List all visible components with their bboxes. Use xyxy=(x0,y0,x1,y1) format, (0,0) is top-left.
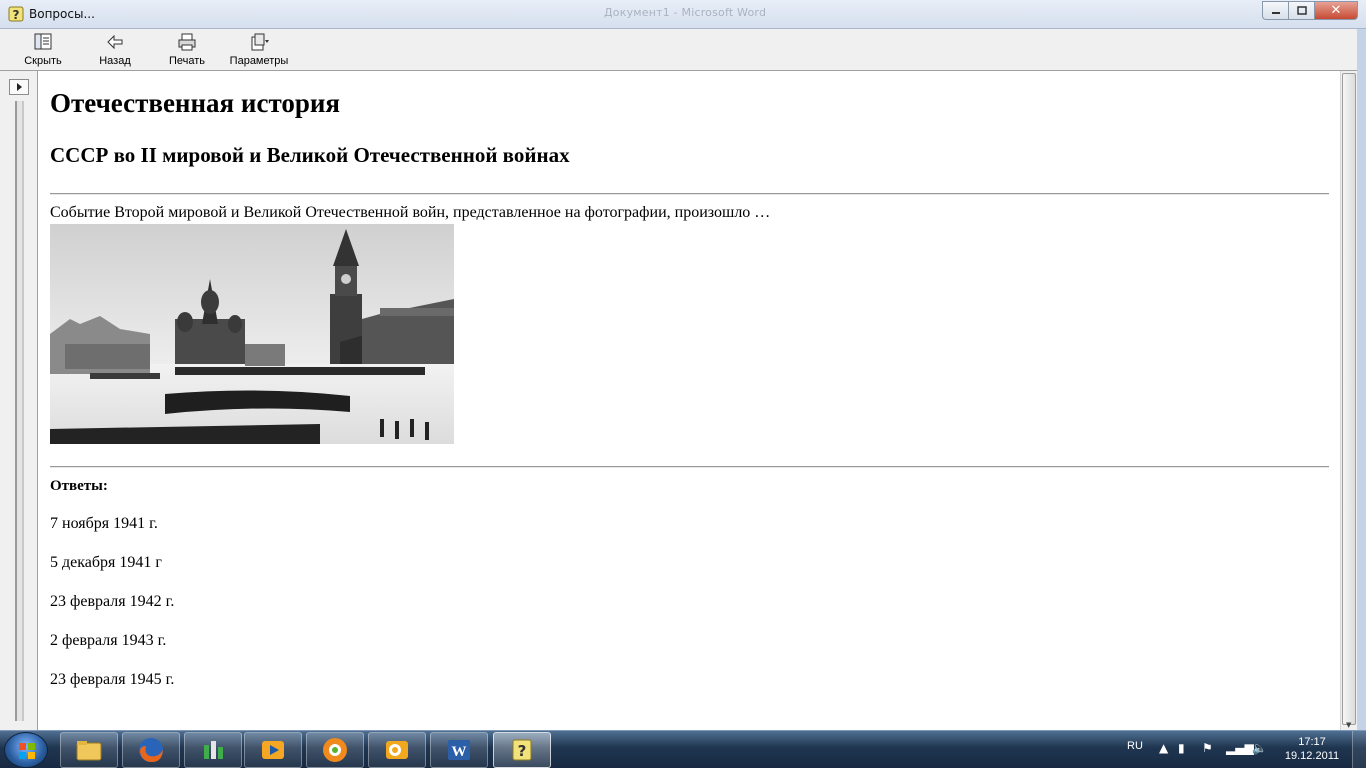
toolbar: Скрыть Назад Печать Параметры xyxy=(0,29,1366,71)
maximize-button[interactable] xyxy=(1288,1,1314,20)
taskbar: W ? RU ▲ ▮ ⚑ ▂▄▆ 🔈 17:17 19.12.2011 xyxy=(0,730,1366,768)
explorer-icon xyxy=(76,741,102,761)
question-text: Событие Второй мировой и Великой Отечест… xyxy=(50,204,771,221)
clock[interactable]: 17:17 19.12.2011 xyxy=(1280,735,1344,763)
parade-photo xyxy=(50,224,454,444)
chevron-right-icon xyxy=(17,83,22,91)
show-desktop-button[interactable] xyxy=(1352,731,1366,768)
taskbar-help[interactable]: ? xyxy=(493,732,551,768)
media-player-icon xyxy=(262,741,284,759)
back-arrow-icon xyxy=(107,34,123,50)
taskbar-explorer[interactable] xyxy=(60,732,118,768)
divider xyxy=(50,466,1329,468)
title-bar: ? Вопросы... Документ1 - Microsoft Word … xyxy=(0,0,1366,29)
navigation-pane-collapsed xyxy=(0,71,38,730)
page-subtitle: СССР во II мировой и Великой Отечественн… xyxy=(50,143,570,167)
taskbar-word[interactable]: W xyxy=(430,732,488,768)
maximize-icon xyxy=(1296,6,1307,15)
taskbar-app[interactable] xyxy=(184,732,242,768)
taskbar-outlook[interactable] xyxy=(368,732,426,768)
help-icon: ? xyxy=(512,739,532,761)
divider xyxy=(50,193,1329,195)
app-icon xyxy=(204,741,223,759)
window-border xyxy=(1357,29,1366,730)
print-button[interactable]: Печать xyxy=(154,32,220,68)
taskbar-firefox[interactable] xyxy=(122,732,180,768)
answer-option[interactable]: 23 февраля 1945 г. xyxy=(50,671,174,689)
answer-option[interactable]: 23 февраля 1942 г. xyxy=(50,593,174,611)
answers-heading: Ответы: xyxy=(50,478,108,494)
options-icon xyxy=(251,33,269,51)
word-icon: W xyxy=(448,740,470,760)
scroll-down-icon[interactable]: ▼ xyxy=(1346,721,1351,729)
svg-text:W: W xyxy=(452,744,467,760)
firefox-icon xyxy=(139,738,163,762)
vertical-scrollbar[interactable]: ▼ xyxy=(1340,71,1357,730)
clock-date: 19.12.2011 xyxy=(1284,750,1340,762)
topic-content: Отечественная история СССР во II мировой… xyxy=(39,71,1340,730)
volume-icon[interactable]: 🔈 xyxy=(1252,741,1267,755)
clock-time: 17:17 xyxy=(1298,736,1326,748)
back-label: Назад xyxy=(99,55,131,67)
pane-splitter[interactable] xyxy=(15,101,24,721)
language-indicator[interactable]: RU xyxy=(1127,740,1143,752)
windows-logo-icon xyxy=(19,743,35,759)
printer-icon xyxy=(178,33,196,51)
hide-pane-icon xyxy=(34,33,52,50)
minimize-button[interactable] xyxy=(1262,1,1288,20)
close-icon: ✕ xyxy=(1330,3,1342,18)
taskbar-icq[interactable] xyxy=(306,732,364,768)
hide-label: Скрыть xyxy=(24,55,62,67)
window-title: Вопросы... xyxy=(29,7,95,21)
answer-option[interactable]: 2 февраля 1943 г. xyxy=(50,632,166,650)
svg-text:?: ? xyxy=(13,8,20,22)
close-button[interactable]: ✕ xyxy=(1314,1,1358,20)
scrollbar-thumb[interactable] xyxy=(1342,73,1356,725)
hide-button[interactable]: Скрыть xyxy=(10,32,76,68)
back-button[interactable]: Назад xyxy=(82,32,148,68)
options-label: Параметры xyxy=(229,55,289,67)
answer-option[interactable]: 7 ноября 1941 г. xyxy=(50,515,158,533)
minimize-icon xyxy=(1271,11,1280,14)
icq-icon xyxy=(323,738,347,762)
help-icon: ? xyxy=(8,6,24,22)
action-center-icon[interactable]: ⚑ xyxy=(1202,741,1213,755)
outlook-icon xyxy=(386,741,408,759)
print-label: Печать xyxy=(168,55,206,67)
background-window-title: Документ1 - Microsoft Word xyxy=(604,6,767,19)
page-title: Отечественная история xyxy=(50,88,341,118)
answer-option[interactable]: 5 декабря 1941 г xyxy=(50,554,162,572)
options-button[interactable]: Параметры xyxy=(226,32,292,68)
device-icon[interactable]: ▮ xyxy=(1178,741,1185,755)
taskbar-media-player[interactable] xyxy=(244,732,302,768)
start-button[interactable] xyxy=(4,732,48,768)
tray-expand-icon[interactable]: ▲ xyxy=(1159,741,1168,755)
show-pane-button[interactable] xyxy=(9,79,29,95)
network-icon[interactable]: ▂▄▆ xyxy=(1226,741,1254,755)
svg-text:?: ? xyxy=(518,742,527,760)
